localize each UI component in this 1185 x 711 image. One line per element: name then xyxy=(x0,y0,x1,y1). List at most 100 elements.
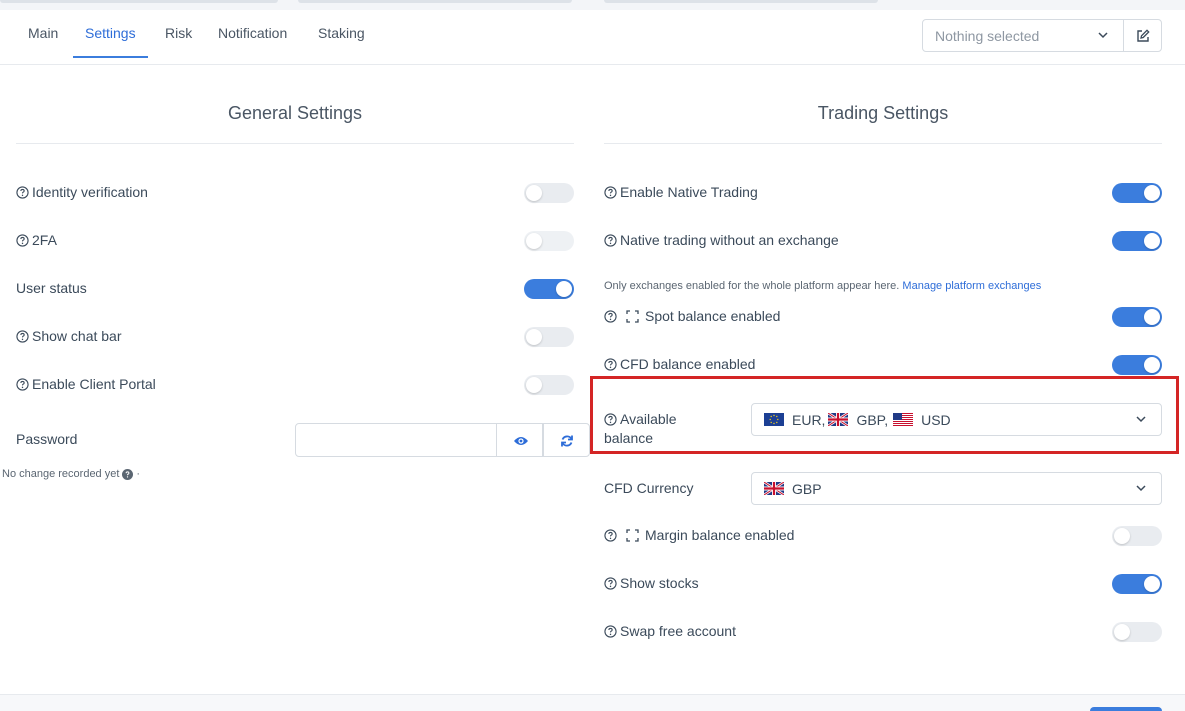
help-icon[interactable] xyxy=(604,528,617,542)
top-strip-segment xyxy=(298,0,572,3)
spot-balance-label: Spot balance enabled xyxy=(604,308,780,324)
exchanges-note-text: Only exchanges enabled for the whole pla… xyxy=(604,280,900,292)
margin-balance-toggle[interactable] xyxy=(1112,526,1162,546)
manage-exchanges-link[interactable]: Manage platform exchanges xyxy=(902,280,1041,292)
help-icon[interactable] xyxy=(16,233,29,247)
toggle-knob xyxy=(556,281,572,297)
eye-icon xyxy=(514,437,528,445)
user-status-toggle[interactable] xyxy=(524,279,574,299)
cfd-balance-label: CFD balance enabled xyxy=(604,356,755,372)
general-divider xyxy=(16,143,574,144)
help-icon[interactable] xyxy=(604,185,617,199)
chevron-down-icon xyxy=(1136,416,1146,423)
show-stocks-toggle[interactable] xyxy=(1112,574,1162,594)
toggle-knob xyxy=(526,233,542,249)
help-icon[interactable] xyxy=(122,468,134,480)
user-status-text: User status xyxy=(16,280,87,296)
swap-free-label: Swap free account xyxy=(604,623,736,639)
help-icon[interactable] xyxy=(604,233,617,247)
help-icon[interactable] xyxy=(604,412,617,426)
native-no-exchange-toggle[interactable] xyxy=(1112,231,1162,251)
eur-value: EUR, xyxy=(792,411,826,428)
native-no-exchange-text: Native trading without an exchange xyxy=(620,232,839,248)
toggle-knob xyxy=(1144,185,1160,201)
cfd-balance-text: CFD balance enabled xyxy=(620,356,756,372)
tab-staking[interactable]: Staking xyxy=(318,10,365,58)
eu-flag-icon xyxy=(764,413,784,426)
edit-button[interactable] xyxy=(1123,19,1162,52)
toggle-knob xyxy=(1144,357,1160,373)
gbp-value: GBP, xyxy=(856,411,889,428)
available-balance-select[interactable]: EUR, GBP, USD xyxy=(751,403,1162,436)
group-select[interactable]: Nothing selected xyxy=(922,19,1124,52)
cfd-balance-toggle[interactable] xyxy=(1112,355,1162,375)
tab-main[interactable]: Main xyxy=(28,10,58,58)
us-flag-icon xyxy=(893,413,914,426)
cfd-currency-label: CFD Currency xyxy=(604,480,694,496)
client-portal-text: Enable Client Portal xyxy=(32,376,156,392)
spot-balance-text: Spot balance enabled xyxy=(645,308,781,324)
toggle-knob xyxy=(1114,624,1130,640)
twofa-toggle[interactable] xyxy=(524,231,574,251)
native-no-exchange-label: Native trading without an exchange xyxy=(604,232,839,248)
margin-balance-label: Margin balance enabled xyxy=(604,527,794,543)
toggle-knob xyxy=(1144,309,1160,325)
chevron-down-icon xyxy=(1098,32,1108,39)
password-input[interactable] xyxy=(295,423,497,457)
cfd-currency-select[interactable]: GBP xyxy=(751,472,1162,505)
group-select-placeholder: Nothing selected xyxy=(935,28,1040,44)
spot-balance-toggle[interactable] xyxy=(1112,307,1162,327)
help-icon[interactable] xyxy=(604,624,617,638)
margin-balance-text: Margin balance enabled xyxy=(645,527,795,543)
available-balance-label: Available xyxy=(604,411,677,427)
swap-free-toggle[interactable] xyxy=(1112,622,1162,642)
tab-settings[interactable]: Settings xyxy=(73,10,148,58)
top-strip xyxy=(0,0,1185,10)
identity-verification-text: Identity verification xyxy=(32,184,148,200)
native-trading-toggle[interactable] xyxy=(1112,183,1162,203)
usd-value: USD xyxy=(921,411,951,428)
edit-icon xyxy=(1137,29,1150,42)
cfd-currency-value: GBP xyxy=(792,480,822,497)
show-stocks-label: Show stocks xyxy=(604,575,699,591)
show-password-button[interactable] xyxy=(496,423,543,457)
toggle-knob xyxy=(1114,528,1130,544)
top-strip-segment xyxy=(604,0,878,3)
help-icon[interactable] xyxy=(604,309,617,323)
native-trading-label: Enable Native Trading xyxy=(604,184,758,200)
user-status-label: User status xyxy=(16,280,87,296)
identity-verification-toggle[interactable] xyxy=(524,183,574,203)
available-balance-label-line2: balance xyxy=(604,430,654,446)
help-icon[interactable] xyxy=(16,185,29,199)
swap-free-text: Swap free account xyxy=(620,623,736,639)
twofa-label: 2FA xyxy=(16,232,57,248)
toggle-knob xyxy=(526,185,542,201)
tab-notification[interactable]: Notification xyxy=(218,10,287,58)
show-chat-bar-toggle[interactable] xyxy=(524,327,574,347)
chevron-down-icon xyxy=(1136,485,1146,492)
save-button[interactable] xyxy=(1090,707,1162,711)
client-portal-toggle[interactable] xyxy=(524,375,574,395)
toggle-knob xyxy=(526,377,542,393)
expand-icon xyxy=(626,528,639,542)
native-trading-text: Enable Native Trading xyxy=(620,184,758,200)
footer-bar xyxy=(0,695,1185,711)
top-strip-segment xyxy=(0,0,278,3)
password-change-status: No change recorded yet · xyxy=(2,468,140,480)
tab-risk[interactable]: Risk xyxy=(165,10,192,58)
show-chat-bar-label: Show chat bar xyxy=(16,328,122,344)
help-icon[interactable] xyxy=(604,576,617,590)
available-balance-text: Available xyxy=(620,411,677,427)
available-balance-values: EUR, GBP, USD xyxy=(764,404,951,435)
exchanges-note: Only exchanges enabled for the whole pla… xyxy=(604,280,1041,292)
help-icon[interactable] xyxy=(16,377,29,391)
uk-flag-icon xyxy=(828,413,849,426)
twofa-text: 2FA xyxy=(32,232,57,248)
help-icon[interactable] xyxy=(604,357,617,371)
show-chat-bar-text: Show chat bar xyxy=(32,328,122,344)
show-stocks-text: Show stocks xyxy=(620,575,699,591)
no-change-text: No change recorded yet xyxy=(2,468,120,480)
help-icon[interactable] xyxy=(16,329,29,343)
no-change-suffix: · xyxy=(136,468,141,480)
generate-password-button[interactable] xyxy=(543,423,590,457)
